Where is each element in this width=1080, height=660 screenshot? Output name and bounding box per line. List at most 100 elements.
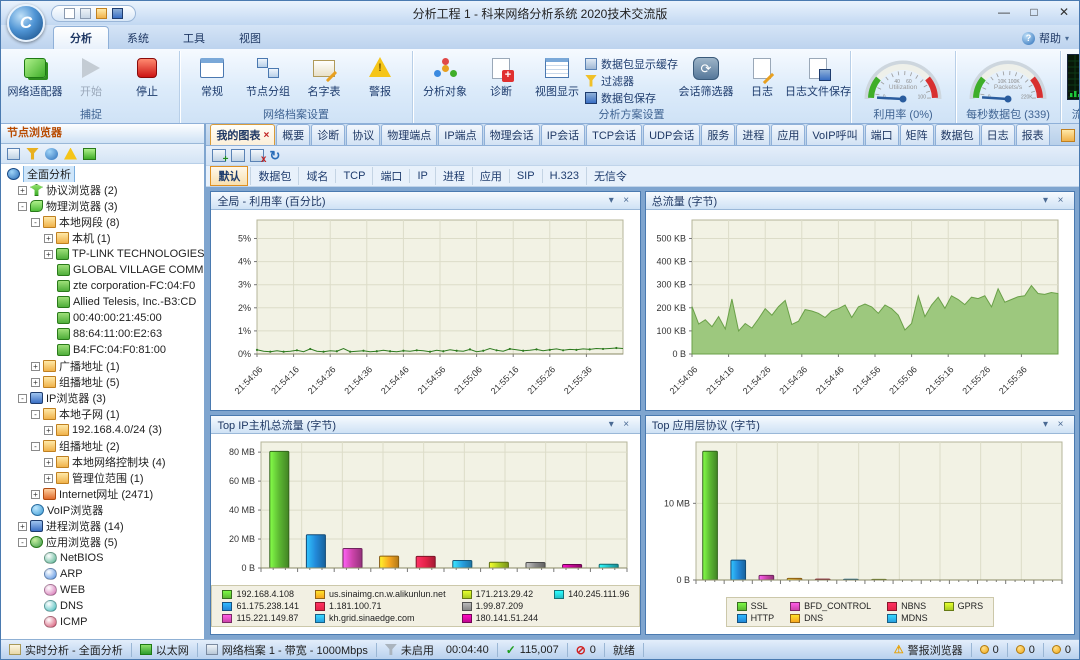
expand-icon[interactable]: + — [44, 249, 53, 259]
tree-item[interactable]: + 进程浏览器 (14) — [1, 518, 204, 534]
tree-item[interactable]: GLOBAL VILLAGE COMM — [1, 262, 204, 278]
filter-item-端口[interactable]: 端口 — [372, 167, 409, 185]
tree-item[interactable]: NetBIOS — [1, 550, 204, 566]
tree-item[interactable]: +192.168.4.0/24 (3) — [1, 422, 204, 438]
status-segment[interactable]: 实时分析 - 全面分析 — [1, 642, 132, 657]
tree-item[interactable]: - 本地网段 (8) — [1, 214, 204, 230]
view-tab-IP端点[interactable]: IP端点 — [438, 124, 483, 145]
collapse-chart-icon[interactable]: ▾ — [1038, 193, 1053, 209]
alarm-icon[interactable] — [64, 147, 77, 160]
minimize-button[interactable]: — — [989, 3, 1019, 23]
tree-item-root[interactable]: 全面分析 — [1, 166, 204, 182]
view-tab-诊断[interactable]: 诊断 — [311, 124, 346, 145]
tree-item[interactable]: - 组播地址 (2) — [1, 438, 204, 454]
packet-display-buffer-button[interactable]: 数据包显示缓存 — [585, 56, 678, 71]
collapse-icon[interactable]: - — [31, 409, 40, 419]
tree-item[interactable]: DNS — [1, 598, 204, 614]
collapse-icon[interactable]: - — [31, 217, 40, 227]
view-tab-协议[interactable]: 协议 — [346, 124, 381, 145]
help-menu[interactable]: ? 帮助 ▾ — [1021, 30, 1069, 46]
filter-item-进程[interactable]: 进程 — [434, 167, 472, 185]
tree-item[interactable]: Allied Telesis, Inc.-B3:CD — [1, 294, 204, 310]
view-tab-物理会话[interactable]: 物理会话 — [483, 124, 540, 145]
stop-button[interactable]: 停止 — [119, 52, 175, 99]
save-icon[interactable] — [112, 7, 123, 19]
alarm-browser-button[interactable]: ⚠ 警报浏览器 — [886, 642, 972, 657]
analysis-object-button[interactable]: 分析对象 — [417, 52, 473, 99]
view-display-button[interactable]: 视图显示 — [529, 52, 585, 99]
tree-item[interactable]: ARP — [1, 566, 204, 582]
filter-button[interactable]: 过滤器 — [585, 73, 678, 88]
packet-save-button[interactable]: 数据包保存 — [585, 90, 678, 105]
tree-item[interactable]: + 本地网络控制块 (4) — [1, 454, 204, 470]
close-chart-icon[interactable]: × — [1053, 417, 1068, 433]
view-tab-进程[interactable]: 进程 — [736, 124, 771, 145]
view-tab-概要[interactable]: 概要 — [276, 124, 311, 145]
tree-item[interactable]: + 组播地址 (5) — [1, 374, 204, 390]
expand-icon[interactable]: + — [44, 473, 53, 483]
filter-item-数据包[interactable]: 数据包 — [250, 167, 298, 185]
expand-icon[interactable]: + — [44, 425, 53, 435]
general-button[interactable]: 常规 — [184, 52, 240, 99]
expand-icon[interactable]: + — [44, 233, 53, 243]
app-logo-icon[interactable]: C — [7, 4, 45, 42]
collapse-chart-icon[interactable]: ▾ — [604, 417, 619, 433]
add-chart-icon[interactable] — [212, 149, 228, 165]
close-button[interactable]: ✕ — [1049, 3, 1079, 23]
tree-item[interactable]: + Internet网址 (2471) — [1, 486, 204, 502]
filter-item-默认[interactable]: 默认 — [210, 166, 249, 186]
name-table-button[interactable]: 名字表 — [296, 52, 352, 99]
collapse-chart-icon[interactable]: ▾ — [604, 193, 619, 209]
view-tab-物理端点[interactable]: 物理端点 — [381, 124, 438, 145]
tree-item[interactable]: - 本地子网 (1) — [1, 406, 204, 422]
ribbon-tab-view[interactable]: 视图 — [223, 27, 277, 49]
view-tab-日志[interactable]: 日志 — [980, 124, 1015, 145]
expand-icon[interactable]: + — [18, 521, 27, 531]
tree-item[interactable]: - 应用浏览器 (5) — [1, 534, 204, 550]
close-tab-icon[interactable]: × — [263, 130, 269, 141]
tree-item[interactable]: + 管理位范围 (1) — [1, 470, 204, 486]
new-project-icon[interactable] — [64, 7, 75, 19]
export-icon[interactable] — [83, 147, 96, 160]
view-tab-应用[interactable]: 应用 — [771, 124, 806, 145]
close-chart-icon[interactable]: × — [619, 193, 634, 209]
chart-layout-icon[interactable] — [231, 149, 246, 162]
tree-item[interactable]: 00:40:00:21:45:00 — [1, 310, 204, 326]
tree-item[interactable]: - 物理浏览器 (3) — [1, 198, 204, 214]
filter-icon[interactable] — [26, 147, 39, 160]
view-tab-报表[interactable]: 报表 — [1015, 124, 1050, 145]
log-file-save-button[interactable]: 日志文件保存 — [785, 52, 851, 99]
filter-item-应用[interactable]: 应用 — [471, 167, 509, 185]
filter-item-TCP[interactable]: TCP — [335, 169, 372, 183]
add-node-icon[interactable] — [45, 147, 58, 160]
collapse-chart-icon[interactable]: ▾ — [1038, 417, 1053, 433]
expand-icon[interactable]: + — [31, 489, 40, 499]
view-tab-我的图表[interactable]: 我的图表 × — [210, 124, 276, 145]
tree-item[interactable]: + TP-LINK TECHNOLOGIES — [1, 246, 204, 262]
collapse-icon[interactable]: - — [18, 537, 27, 547]
filter-item-无信令[interactable]: 无信令 — [585, 167, 634, 185]
close-chart-icon[interactable]: × — [619, 417, 634, 433]
expand-icon[interactable]: + — [31, 377, 40, 387]
tree-item[interactable]: B4:FC:04:F0:81:00 — [1, 342, 204, 358]
paste-icon[interactable] — [80, 7, 91, 19]
filter-item-域名[interactable]: 域名 — [298, 167, 335, 185]
collapse-icon[interactable]: - — [31, 441, 40, 451]
console-icon[interactable] — [7, 147, 20, 160]
tree-item[interactable]: + 广播地址 (1) — [1, 358, 204, 374]
tree-item[interactable]: ICMP — [1, 614, 204, 630]
expand-icon[interactable]: + — [31, 361, 40, 371]
log-button[interactable]: 日志 — [734, 52, 790, 99]
view-tab-UDP会话[interactable]: UDP会话 — [643, 124, 701, 145]
session-filter-button[interactable]: ⟳ 会话筛选器 — [678, 52, 734, 99]
maximize-button[interactable]: □ — [1019, 3, 1049, 23]
view-tab-VoIP呼叫[interactable]: VoIP呼叫 — [806, 124, 864, 145]
ribbon-tab-analysis[interactable]: 分析 — [53, 26, 109, 49]
tree-item[interactable]: - IP浏览器 (3) — [1, 390, 204, 406]
expand-icon[interactable]: + — [44, 457, 53, 467]
node-group-button[interactable]: 节点分组 — [240, 52, 296, 99]
tree-item[interactable]: + 本机 (1) — [1, 230, 204, 246]
tree-item[interactable]: WEB — [1, 582, 204, 598]
network-adapter-button[interactable]: 网络适配器 — [7, 52, 63, 99]
tree-item[interactable]: VoIP浏览器 — [1, 502, 204, 518]
